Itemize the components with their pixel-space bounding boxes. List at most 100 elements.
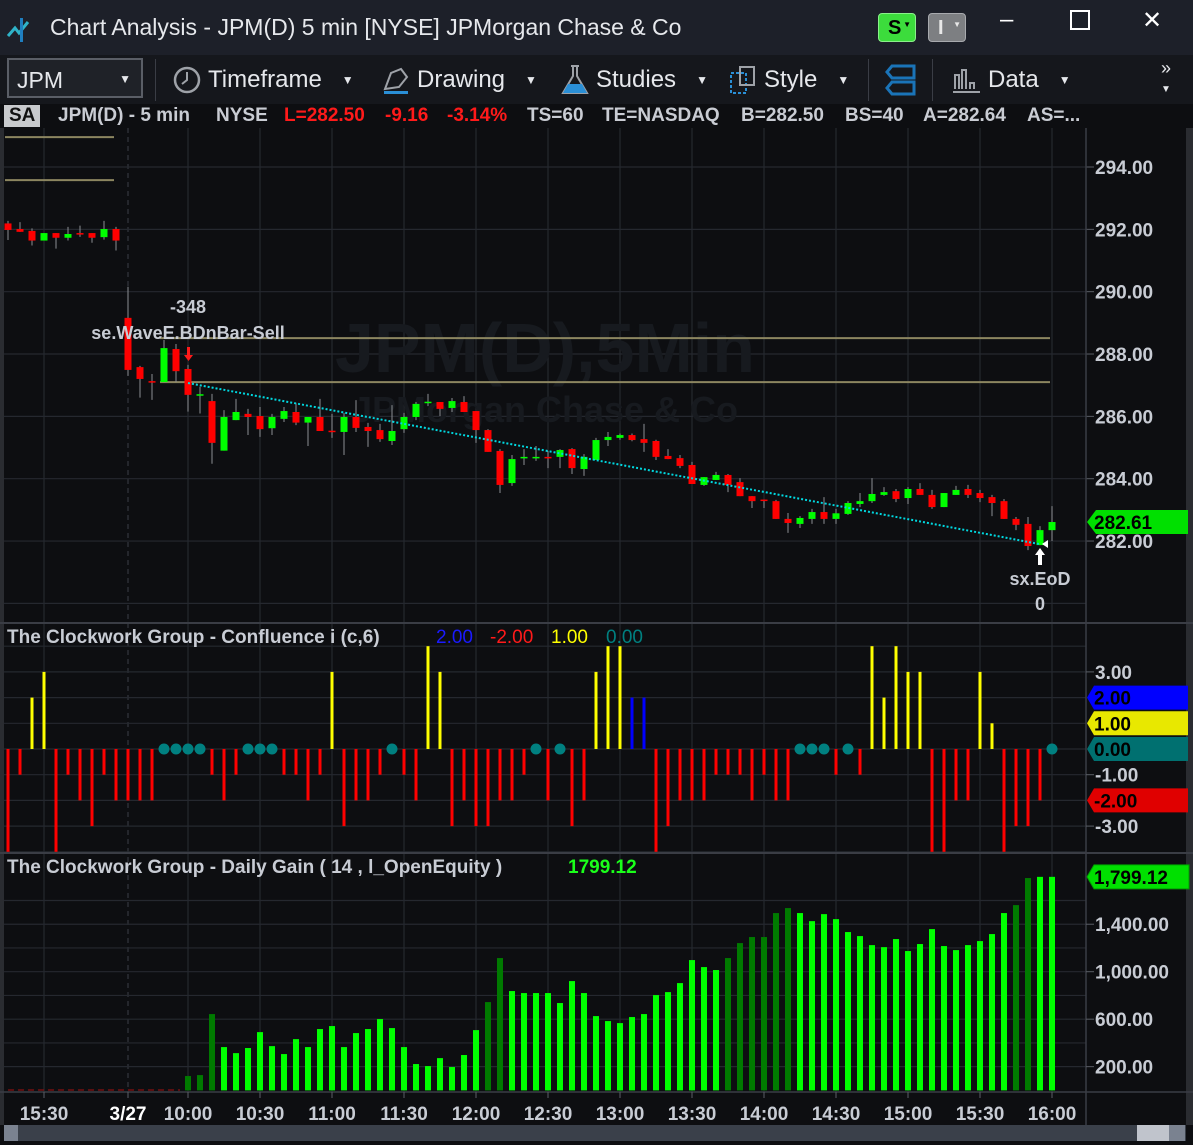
time-axis-label: 11:00 xyxy=(308,1104,356,1125)
daily-gain-bar xyxy=(509,991,515,1091)
overflow-chevron-icon[interactable]: » ▼ xyxy=(1161,59,1171,99)
confluence-bar xyxy=(702,749,706,801)
daily-gain-bar xyxy=(281,1054,287,1091)
confluence-bar xyxy=(450,749,454,827)
daily-gain-bar xyxy=(461,1055,467,1091)
candle-up xyxy=(808,512,816,519)
confluence-bar xyxy=(222,749,226,801)
confluence-bar xyxy=(6,749,10,852)
candle-up xyxy=(904,488,912,499)
daily-gain-bar xyxy=(965,945,971,1091)
confluence-bar xyxy=(870,646,874,749)
daily-gain-bar xyxy=(485,1002,491,1091)
toolbar: JPM ▼ Timeframe ▼ Drawing ▼ Studies ▼ Style… xyxy=(0,55,1193,104)
candle-up xyxy=(940,493,948,508)
confluence-dot xyxy=(386,743,398,755)
confluence-bar xyxy=(498,749,502,801)
sa-badge[interactable]: SA xyxy=(4,105,41,127)
confluence-bar xyxy=(18,749,22,775)
daily-gain-bar xyxy=(353,1033,359,1091)
time-axis-label: 16:00 xyxy=(1028,1104,1077,1125)
daily-gain-bar xyxy=(437,1058,443,1091)
confluence-bar xyxy=(906,671,910,749)
daily-gain-bar xyxy=(725,958,731,1091)
daily-gain-axis-label: 200.00 xyxy=(1095,1058,1153,1079)
candle-down xyxy=(328,430,336,433)
confluence-bar xyxy=(522,749,526,775)
candle-up xyxy=(100,229,108,238)
price-axis-label: 294.00 xyxy=(1095,158,1153,179)
time-axis-label: 13:30 xyxy=(668,1104,717,1125)
close-icon[interactable]: ✕ xyxy=(1142,6,1162,35)
confluence-bar xyxy=(918,671,922,749)
daily-gain-bar xyxy=(341,1047,347,1091)
time-axis-label: 14:30 xyxy=(812,1104,861,1125)
candle-down xyxy=(148,381,156,383)
candle-down xyxy=(208,401,216,443)
minimize-icon[interactable]: – xyxy=(1000,6,1013,34)
daily-gain-bar xyxy=(233,1053,239,1091)
scroll-left-button[interactable] xyxy=(4,1125,18,1141)
daily-gain-bar xyxy=(377,1019,383,1091)
candle-down xyxy=(352,416,360,428)
confluence-axis-label: -3.00 xyxy=(1095,817,1138,838)
data-menu[interactable]: Data ▼ xyxy=(950,63,1071,97)
layout-icon[interactable] xyxy=(884,63,916,97)
status-line: SA JPM(D) - 5 min NYSE L=282.50 -9.16 -3… xyxy=(0,104,1087,128)
price-axis-label: 286.00 xyxy=(1095,407,1153,428)
confluence-dot xyxy=(194,743,206,755)
daily-gain-bar xyxy=(941,946,947,1091)
confluence-bar xyxy=(438,671,442,749)
exit-qty-label: 0 xyxy=(1035,594,1045,614)
symbol-selector[interactable]: JPM ▼ xyxy=(7,58,143,98)
strategy-s-button[interactable]: S ▼ xyxy=(878,13,916,42)
daily-gain-bar xyxy=(809,921,815,1091)
horizontal-scrollbar[interactable] xyxy=(4,1125,1186,1141)
chart-area[interactable]: JPM(D),5MinJPMorgan Chase & Co -348 se.Wav… xyxy=(0,128,1193,1145)
confluence-bar xyxy=(726,749,730,775)
scrollbar-thumb[interactable] xyxy=(1137,1125,1169,1141)
daily-gain-bar xyxy=(317,1029,323,1091)
candle-down xyxy=(136,367,144,379)
confluence-bar xyxy=(138,749,142,801)
window-title: Chart Analysis - JPM(D) 5 min [NYSE] JPM… xyxy=(50,14,682,40)
candle-down xyxy=(976,493,984,499)
studies-menu[interactable]: Studies ▼ xyxy=(560,63,708,97)
candle-up xyxy=(712,474,720,480)
candle-down xyxy=(784,518,792,523)
candle-down xyxy=(1000,501,1008,519)
confluence-bar xyxy=(750,749,754,801)
daily-gain-bar xyxy=(665,992,671,1091)
confluence-bar xyxy=(426,646,430,749)
timeframe-menu[interactable]: Timeframe ▼ xyxy=(172,63,354,97)
pen-nib-icon xyxy=(383,67,409,94)
style-menu[interactable]: Style ▼ xyxy=(728,63,849,97)
scroll-right-button[interactable] xyxy=(1169,1125,1185,1141)
maximize-icon[interactable] xyxy=(1070,10,1090,30)
watermark-symbol: JPM(D),5Min xyxy=(335,309,755,387)
candle-down xyxy=(676,458,684,466)
confluence-bar xyxy=(762,749,766,775)
candle-down xyxy=(640,439,648,443)
daily-gain-bar xyxy=(629,1017,635,1091)
daily-gain-bar xyxy=(389,1028,395,1091)
time-axis-label: 11:30 xyxy=(380,1104,428,1125)
confluence-bar xyxy=(738,749,742,775)
confluence-bar xyxy=(786,749,790,801)
s-button-label: S xyxy=(888,17,902,39)
confluence-bar xyxy=(402,749,406,775)
candle-down xyxy=(652,440,660,457)
daily-gain-title: The Clockwork Group - Daily Gain ( 14 , … xyxy=(7,857,502,878)
candle-down xyxy=(760,499,768,502)
daily-gain-bar xyxy=(221,1047,227,1091)
daily-gain-bar xyxy=(269,1046,275,1091)
daily-gain-bar xyxy=(857,936,863,1091)
drawing-menu[interactable]: Drawing ▼ xyxy=(381,63,537,97)
candle-up xyxy=(856,501,864,504)
daily-gain-axis-label: 1,400.00 xyxy=(1095,915,1169,936)
confluence-bar xyxy=(954,749,958,801)
time-axis-label: 15:00 xyxy=(884,1104,933,1125)
confluence-bar xyxy=(54,749,58,852)
confluence-bar xyxy=(30,697,34,749)
indicator-i-button[interactable]: I ▼ xyxy=(928,13,966,42)
